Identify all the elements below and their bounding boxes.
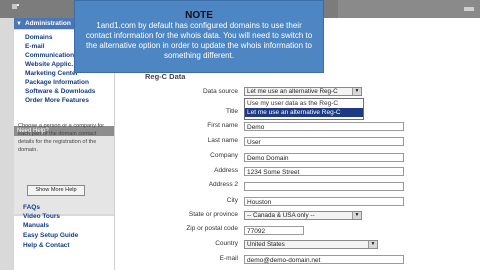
company-label: Company bbox=[210, 152, 238, 159]
state-value: -- Canada & USA only -- bbox=[247, 212, 315, 219]
title-label: Title bbox=[225, 108, 238, 115]
sidebar-item-website-applications[interactable]: Website Applic. bbox=[25, 61, 73, 68]
country-label: Country bbox=[215, 240, 238, 247]
last-name-label: Last name bbox=[207, 137, 238, 144]
link-easy-setup-guide[interactable]: Easy Setup Guide bbox=[23, 232, 78, 239]
address-field[interactable]: 1234 Some Street bbox=[244, 167, 404, 176]
show-more-help-button[interactable]: Show More Help bbox=[27, 185, 85, 196]
link-manuals[interactable]: Manuals bbox=[23, 222, 49, 229]
first-name-label: First name bbox=[207, 122, 238, 129]
sidebar-section-title: Administration bbox=[24, 20, 71, 27]
chevron-down-icon: ▼ bbox=[16, 21, 22, 27]
state-select[interactable]: -- Canada & USA only -- ▼ bbox=[244, 211, 362, 220]
chevron-down-icon: ▼ bbox=[352, 88, 361, 95]
sidebar-item-package-information[interactable]: Package Information bbox=[25, 79, 89, 86]
link-help-contact[interactable]: Help & Contact bbox=[23, 242, 70, 249]
zip-field[interactable]: 77092 bbox=[244, 226, 304, 235]
form-section-title: Reg-C Data bbox=[145, 72, 186, 81]
last-name-field[interactable]: User bbox=[244, 137, 404, 146]
country-value: United States bbox=[247, 241, 285, 248]
top-right-tab[interactable] bbox=[338, 0, 480, 18]
company-field[interactable]: Demo Domain bbox=[244, 153, 404, 162]
first-name-field[interactable]: Demo bbox=[244, 122, 404, 131]
city-field[interactable]: Houston bbox=[244, 197, 404, 206]
option-alternative-reg-c[interactable]: Let me use an alternative Reg-C bbox=[245, 108, 363, 117]
chevron-down-icon: ▼ bbox=[368, 241, 377, 248]
note-body: 1and1.com by default has configured doma… bbox=[85, 21, 313, 60]
sidebar-item-order-more-features[interactable]: Order More Features bbox=[25, 97, 89, 104]
address-label: Address bbox=[214, 167, 238, 174]
note-title: NOTE bbox=[185, 10, 213, 21]
sidebar-item-communication[interactable]: Communication bbox=[25, 52, 74, 59]
state-label: State or province bbox=[188, 211, 238, 218]
note-overlay: NOTE 1and1.com by default has configured… bbox=[74, 0, 324, 73]
chevron-down-icon: ▼ bbox=[352, 212, 361, 219]
address2-label: Address 2 bbox=[208, 181, 238, 188]
data-source-dropdown: Use my user data as the Reg-C Let me use… bbox=[244, 98, 364, 120]
email-field[interactable]: demo@demo-domain.net bbox=[244, 255, 404, 264]
data-source-label: Data source bbox=[202, 88, 238, 95]
data-source-value: Let me use an alternative Reg-C bbox=[247, 88, 338, 95]
country-select[interactable]: United States ▼ bbox=[244, 240, 378, 249]
data-source-select[interactable]: Let me use an alternative Reg-C ▼ bbox=[244, 87, 362, 96]
sidebar-item-marketing-center[interactable]: Marketing Center bbox=[25, 70, 78, 77]
address2-field[interactable] bbox=[244, 182, 404, 191]
help-text: Choose a person or a company for each pa… bbox=[18, 123, 105, 153]
sidebar-item-software-downloads[interactable]: Software & Downloads bbox=[25, 88, 95, 95]
email-label: E-mail bbox=[219, 255, 238, 262]
logo-dot bbox=[17, 4, 19, 6]
link-faqs[interactable]: FAQs bbox=[23, 204, 40, 211]
city-label: City bbox=[226, 197, 238, 204]
option-use-user-data[interactable]: Use my user data as the Reg-C bbox=[245, 99, 363, 108]
sidebar-item-domains[interactable]: Domains bbox=[25, 34, 52, 41]
zip-label: Zip or postal code bbox=[186, 225, 238, 232]
link-video-tours[interactable]: Video Tours bbox=[23, 213, 60, 220]
top-right-button[interactable] bbox=[464, 7, 474, 11]
sidebar-item-email[interactable]: E-mail bbox=[25, 43, 45, 50]
